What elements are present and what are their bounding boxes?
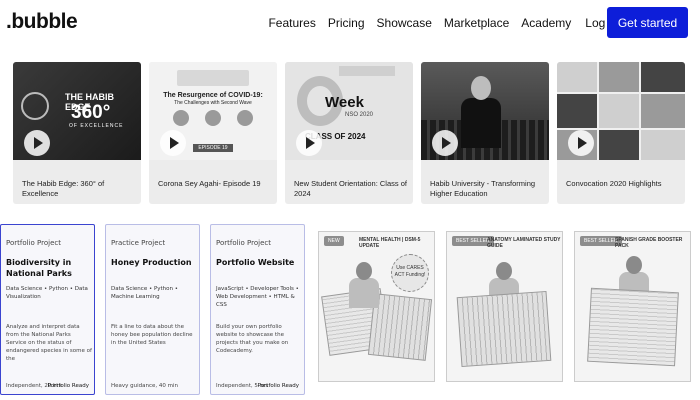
thumb-sub: OF EXCELLENCE xyxy=(69,123,124,129)
project-status: Portfolio Ready xyxy=(257,383,299,389)
photo-tile xyxy=(641,94,685,128)
video-thumbnail: Week NSO 2020 CLASS OF 2024 xyxy=(285,62,413,160)
project-card[interactable]: Practice Project Honey Production Data S… xyxy=(105,224,200,395)
photo-tile xyxy=(599,130,639,160)
product-label: ANATOMY LAMINATED STUDY GUIDE xyxy=(487,237,561,249)
product-label: MENTAL HEALTH | DSM-5 UPDATE xyxy=(359,237,421,249)
episode-label: EPISODE 19 xyxy=(193,144,233,152)
bubble-logo[interactable]: .bubble xyxy=(6,10,78,34)
project-meta: Heavy guidance, 40 min xyxy=(111,383,179,389)
photo-tile xyxy=(557,94,597,128)
thumb-sub: The Challenges with Second Wave xyxy=(174,100,252,106)
speaker-avatar xyxy=(173,110,189,126)
project-kind: Portfolio Project xyxy=(216,239,271,247)
project-tags: Data Science • Python • Machine Learning xyxy=(111,286,178,300)
photo-tile xyxy=(641,130,685,160)
photo-tile xyxy=(599,94,639,128)
product-card[interactable]: BEST SELLER SPANISH GRADE BOOSTER PACK xyxy=(574,231,691,382)
product-cards: NEW MENTAL HEALTH | DSM-5 UPDATE Use CAR… xyxy=(318,231,691,382)
project-title[interactable]: Portfolio Website xyxy=(216,257,302,268)
video-thumbnail xyxy=(421,62,549,160)
project-status: Portfolio Ready xyxy=(47,383,89,389)
project-description: Build your own portfolio website to show… xyxy=(216,324,289,354)
video-card[interactable]: Week NSO 2020 CLASS OF 2024 New Student … xyxy=(285,62,413,204)
student-figure xyxy=(349,262,379,308)
project-tags: Data Science • Python • Data Visualizati… xyxy=(6,286,88,300)
speaker-figure xyxy=(461,76,501,148)
video-card[interactable]: Habib University - Transforming Higher E… xyxy=(421,62,549,204)
product-label: SPANISH GRADE BOOSTER PACK xyxy=(615,237,683,249)
thumb-heading: The Resurgence of COVID-19: xyxy=(163,92,263,99)
get-started-button[interactable]: Get started xyxy=(607,7,688,38)
photo-tile xyxy=(641,62,685,92)
project-card[interactable]: Portfolio Project Biodiversity in Nation… xyxy=(0,224,95,395)
video-thumbnail: THE HABIB EDGE 360° OF EXCELLENCE xyxy=(13,62,141,160)
thumb-week: Week xyxy=(325,94,364,111)
nav-academy[interactable]: Academy xyxy=(521,16,571,30)
nav-links: Features Pricing Showcase Marketplace Ac… xyxy=(256,16,618,30)
play-icon[interactable] xyxy=(160,130,186,156)
nav-marketplace[interactable]: Marketplace xyxy=(444,16,509,30)
nav-features[interactable]: Features xyxy=(268,16,315,30)
play-icon[interactable] xyxy=(432,130,458,156)
nav-pricing[interactable]: Pricing xyxy=(328,16,365,30)
project-title[interactable]: Biodiversity in National Parks xyxy=(6,257,92,279)
video-thumbnail: The Resurgence of COVID-19: The Challeng… xyxy=(149,62,277,160)
project-tags: JavaScript • Developer Tools • Web Devel… xyxy=(216,286,299,308)
video-card[interactable]: The Resurgence of COVID-19: The Challeng… xyxy=(149,62,277,204)
portfolio-cards: Portfolio Project Biodiversity in Nation… xyxy=(0,224,305,395)
video-row: THE HABIB EDGE 360° OF EXCELLENCE The Ha… xyxy=(13,62,685,204)
study-sheet-image xyxy=(456,290,552,368)
video-title[interactable]: New Student Orientation: Class of 2024 xyxy=(294,179,408,199)
speaker-avatar xyxy=(237,110,253,126)
project-kind: Portfolio Project xyxy=(6,239,61,247)
university-seal-icon xyxy=(21,92,49,120)
play-icon[interactable] xyxy=(296,130,322,156)
thumb-nso: NSO 2020 xyxy=(345,112,374,118)
product-card[interactable]: BEST SELLER ANATOMY LAMINATED STUDY GUID… xyxy=(446,231,563,382)
funding-burst: Use CARES ACT Funding! xyxy=(391,254,429,292)
project-kind: Practice Project xyxy=(111,239,166,247)
video-card[interactable]: THE HABIB EDGE 360° OF EXCELLENCE The Ha… xyxy=(13,62,141,204)
video-title[interactable]: Corona Sey Agahi- Episode 19 xyxy=(158,179,272,189)
video-thumbnail xyxy=(557,62,685,160)
project-card[interactable]: Portfolio Project Portfolio Website Java… xyxy=(210,224,305,395)
project-description: Analyze and interpret data from the Nati… xyxy=(6,324,92,362)
project-title[interactable]: Honey Production xyxy=(111,257,197,268)
photo-tile xyxy=(557,62,597,92)
top-nav: .bubble Features Pricing Showcase Market… xyxy=(0,0,700,46)
thumb-big-text: 360° xyxy=(71,102,111,123)
video-card[interactable]: Convocation 2020 Highlights xyxy=(557,62,685,204)
product-badge: NEW xyxy=(324,236,344,246)
video-title[interactable]: Habib University - Transforming Higher E… xyxy=(430,179,544,199)
study-sheet-image xyxy=(587,287,679,367)
speaker-avatar xyxy=(205,110,221,126)
play-icon[interactable] xyxy=(568,130,594,156)
university-logo xyxy=(339,66,395,76)
nav-showcase[interactable]: Showcase xyxy=(377,16,432,30)
partner-logos xyxy=(177,70,249,86)
video-title[interactable]: Convocation 2020 Highlights xyxy=(566,179,680,189)
play-icon[interactable] xyxy=(24,130,50,156)
product-card[interactable]: NEW MENTAL HEALTH | DSM-5 UPDATE Use CAR… xyxy=(318,231,435,382)
photo-tile xyxy=(599,62,639,92)
project-description: Fit a line to data about the honey bee p… xyxy=(111,324,193,346)
video-title[interactable]: The Habib Edge: 360° of Excellence xyxy=(22,179,136,199)
